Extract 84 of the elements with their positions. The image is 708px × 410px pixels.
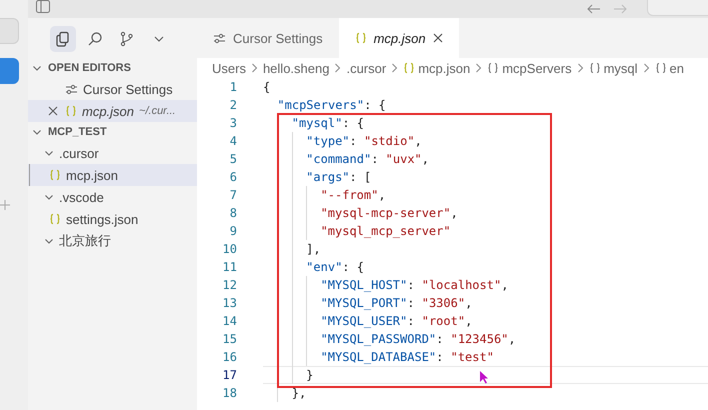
line-number: 4 (228, 134, 237, 148)
code-line: } (306, 368, 314, 382)
chevron-right-icon (391, 63, 398, 73)
breadcrumb-item[interactable]: hello.sheng (262, 60, 330, 76)
chevron-right-icon (250, 63, 258, 73)
editor-tab[interactable]: Cursor Settings (197, 18, 339, 58)
braces-icon (65, 105, 77, 117)
code-line: "MYSQL_PORT": "3306", (320, 296, 472, 310)
chevron-right-icon (642, 63, 650, 73)
chevron-down-icon (44, 192, 54, 202)
file-item[interactable]: mcp.json (28, 164, 197, 186)
chevron-down-icon (44, 236, 54, 246)
breadcrumb-item[interactable]: mcp.json (403, 60, 470, 76)
plus-icon[interactable] (0, 200, 10, 210)
sliders-icon (65, 84, 78, 94)
folder-item[interactable]: 北京旅行 (28, 230, 197, 252)
chevron-down-icon (44, 148, 54, 158)
braces-icon (654, 62, 667, 74)
line-number: 5 (228, 152, 237, 166)
line-number: 14 (222, 314, 237, 328)
code-line: "mysql_mcp_server" (320, 224, 451, 238)
code-line: }, (292, 386, 306, 400)
breadcrumb-item[interactable]: mysql (588, 60, 638, 76)
code-line: "MYSQL_USER": "root", (320, 314, 472, 328)
line-number: 2 (228, 98, 237, 112)
line-number: 3 (228, 116, 237, 130)
braces-icon (487, 62, 500, 74)
code-line: "MYSQL_PASSWORD": "123456", (320, 332, 516, 346)
chevron-down-icon (32, 63, 42, 73)
sidebar-tab[interactable] (0, 58, 19, 84)
code-line: "command": "uvx", (306, 152, 430, 166)
open-editor-item[interactable]: Cursor Settings (28, 78, 197, 100)
file-item[interactable]: settings.json (28, 208, 197, 230)
code-line: "MYSQL_DATABASE": "test" (320, 350, 494, 364)
files-icon[interactable] (50, 26, 76, 52)
line-number: 10 (222, 242, 237, 256)
code-line: "MYSQL_HOST": "localhost", (320, 278, 508, 292)
code-line: "mysql": { (292, 116, 364, 130)
close-icon[interactable] (432, 33, 443, 43)
close-icon[interactable] (48, 106, 58, 116)
line-number: 17 (222, 368, 237, 382)
command-field[interactable] (647, 0, 708, 16)
editor-tab[interactable]: mcp.json (338, 18, 459, 58)
folder-item[interactable]: .vscode (28, 186, 197, 208)
code-line: ], (306, 242, 321, 256)
line-number: 11 (222, 260, 237, 274)
braces-icon (49, 213, 61, 225)
breadcrumb-item[interactable]: en (654, 60, 684, 76)
breadcrumb-item[interactable]: Users (212, 60, 246, 76)
code-line: "mcpServers": { (277, 98, 386, 112)
braces-icon (588, 62, 601, 74)
line-number: 12 (222, 278, 237, 292)
line-number: 8 (228, 206, 237, 220)
section-header[interactable]: MCP_TEST (28, 122, 197, 142)
code-line: "args": [ (306, 170, 372, 184)
open-editor-item[interactable]: mcp.json ~/.cur... (28, 100, 197, 122)
breadcrumb-item[interactable]: mcpServers (487, 60, 572, 76)
line-number: 18 (222, 386, 237, 400)
section-header[interactable]: OPEN EDITORS (28, 58, 197, 78)
chevron-right-icon (334, 63, 342, 73)
code-line: { (263, 80, 270, 94)
mouse-pointer-icon (479, 370, 489, 384)
line-number: 13 (222, 296, 237, 310)
code-line: "type": "stdio", (306, 134, 422, 148)
line-number: 1 (228, 80, 237, 94)
line-number: 6 (228, 170, 237, 184)
line-number: 9 (228, 224, 237, 238)
panel-toggle-icon[interactable] (36, 0, 50, 12)
line-number: 15 (222, 332, 237, 346)
chevron-right-icon (475, 63, 482, 73)
chevron-down-icon (32, 127, 42, 137)
line-number: 16 (222, 350, 237, 364)
code-line: "env": { (306, 260, 364, 274)
chevron-right-icon (576, 63, 584, 73)
line-number: 7 (228, 188, 237, 202)
back-arrow-icon[interactable] (587, 4, 601, 14)
braces-icon (49, 169, 61, 181)
code-line: "mysql-mcp-server", (320, 206, 458, 220)
code-line: "--from", (320, 188, 386, 202)
sliders-icon (213, 32, 226, 44)
breadcrumb-item[interactable]: .cursor (346, 60, 386, 76)
braces-icon (403, 62, 416, 74)
braces-icon (354, 32, 367, 44)
folder-item[interactable]: .cursor (28, 142, 197, 164)
